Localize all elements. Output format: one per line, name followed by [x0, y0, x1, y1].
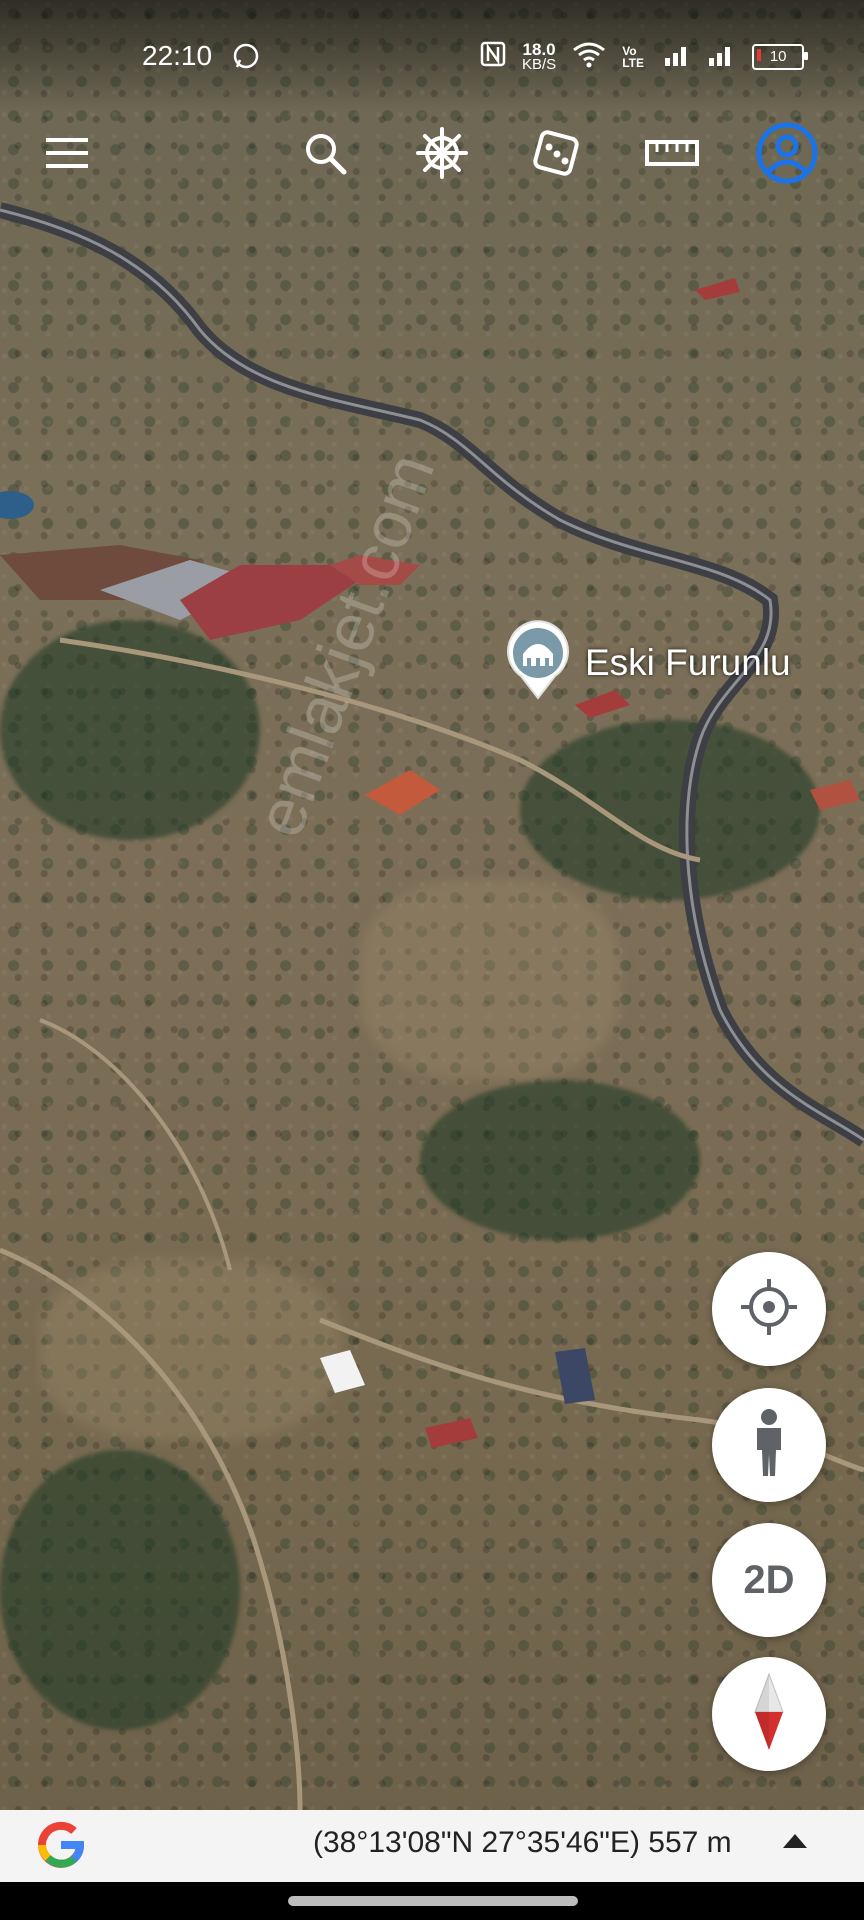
battery-level: 10	[769, 48, 787, 65]
account-icon	[755, 121, 819, 190]
menu-button[interactable]	[32, 120, 102, 190]
volte-indicator: Vo LTE	[622, 43, 644, 70]
nfc-icon	[480, 41, 506, 72]
my-location-button[interactable]	[712, 1252, 826, 1366]
menu-icon	[44, 136, 90, 175]
status-icons: 18.0 KB/S Vo LTE 10	[480, 39, 809, 73]
whatsapp-icon	[232, 42, 260, 75]
network-speed: 18.0 KB/S	[522, 39, 557, 73]
place-label: Eski Furunlu	[585, 641, 791, 683]
dirt-track	[0, 1247, 303, 1811]
network-speed-unit: KB/S	[522, 55, 557, 73]
dirt-track	[39, 1018, 232, 1271]
coordinates-readout: (38°13'08"N 27°35'46"E) 557 m	[313, 1826, 732, 1859]
compass-button[interactable]	[712, 1657, 826, 1771]
compass-icon	[749, 1672, 789, 1757]
white-structure	[320, 1350, 365, 1393]
toggle-2d-label: 2D	[743, 1557, 795, 1602]
network-speed-value: 18.0	[522, 39, 556, 59]
google-g-logo	[34, 1818, 88, 1877]
expand-caret-icon[interactable]	[783, 1834, 807, 1848]
search-icon	[303, 131, 347, 180]
building-roof	[695, 278, 740, 300]
pond	[0, 491, 34, 519]
my-location-icon	[739, 1277, 799, 1342]
signal-icon	[708, 42, 736, 71]
building-roof	[810, 780, 860, 810]
map-overlay	[0, 202, 864, 1811]
status-bar: 22:10 18.0 KB/S Vo LTE 10	[0, 0, 864, 110]
ruler-icon	[645, 138, 699, 173]
building-roof	[425, 1418, 478, 1448]
account-button[interactable]	[752, 120, 822, 190]
voyager-button[interactable]	[407, 120, 477, 190]
place-marker[interactable]: Eski Furunlu	[505, 620, 791, 705]
feeling-lucky-button[interactable]	[521, 120, 591, 190]
building-roof	[365, 770, 440, 815]
dice-icon	[530, 127, 582, 184]
mosque-pin-icon	[505, 620, 571, 705]
toggle-2d-button[interactable]: 2D	[712, 1523, 826, 1637]
voyager-wheel-icon	[416, 126, 468, 184]
status-time: 22:10	[142, 40, 213, 71]
street-view-person-icon	[749, 1408, 789, 1483]
bottom-info-bar: (38°13'08"N 27°35'46"E) 557 m	[0, 1810, 864, 1882]
search-button[interactable]	[290, 120, 360, 190]
signal-icon	[664, 42, 692, 71]
battery-indicator: 10	[752, 43, 809, 70]
map-screen: emlakjet.com 22:10 18.0 KB/S Vo LTE 10 E…	[0, 0, 864, 1920]
street-view-button[interactable]	[712, 1388, 826, 1502]
system-nav-bar	[0, 1882, 864, 1920]
home-gesture-handle[interactable]	[288, 1896, 578, 1906]
top-toolbar	[0, 110, 864, 200]
measure-button[interactable]	[637, 120, 707, 190]
wifi-icon	[572, 40, 606, 73]
